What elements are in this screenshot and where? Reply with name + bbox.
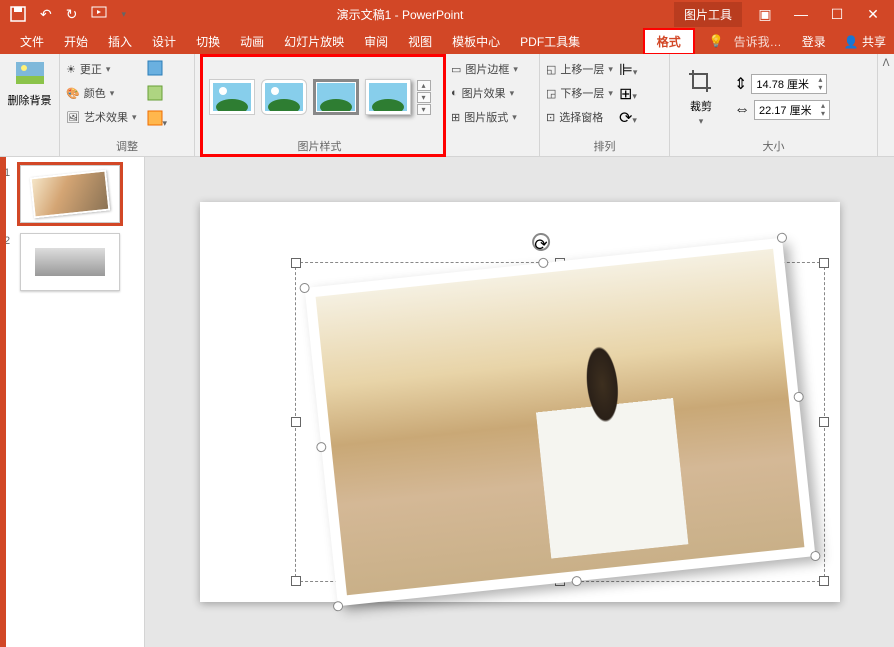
selection-icon: ⊡	[546, 111, 555, 124]
tab-pdf[interactable]: PDF工具集	[510, 29, 590, 54]
reset-picture-icon[interactable]: ▾	[147, 110, 168, 131]
gallery-down-icon[interactable]: ▾	[417, 92, 431, 103]
ribbon: 删除背景 ☀更正▾ 🎨颜色▾ 🖼艺术效果▾ ▾ 调整	[0, 54, 894, 157]
tell-me-icon: 💡	[709, 34, 724, 48]
tab-templates[interactable]: 模板中心	[442, 29, 510, 54]
picture-layout-button[interactable]: ⊞图片版式▾	[451, 106, 517, 128]
accent-strip	[0, 157, 6, 647]
slide-canvas[interactable]: ⟳	[145, 157, 894, 647]
brightness-icon: ☀	[66, 63, 76, 76]
undo-icon[interactable]: ↶	[40, 6, 52, 23]
size-group-label: 大小	[676, 136, 871, 154]
border-icon: ▭	[451, 63, 461, 76]
tab-view[interactable]: 视图	[398, 29, 442, 54]
send-backward-icon: ◲	[546, 87, 556, 100]
minimize-icon[interactable]: —	[788, 6, 814, 22]
thumb-slide-2[interactable]: 2	[4, 233, 140, 291]
collapse-ribbon-icon[interactable]: ᐱ	[883, 58, 890, 69]
tab-design[interactable]: 设计	[142, 29, 186, 54]
adjust-group-label: 调整	[66, 136, 188, 154]
tell-me-input[interactable]: 告诉我…	[724, 29, 792, 54]
inserted-picture[interactable]: ⟳	[304, 238, 815, 606]
align-icon[interactable]: ⊫▾	[619, 60, 637, 80]
save-icon[interactable]	[10, 6, 26, 22]
picture-tools-label: 图片工具	[674, 2, 742, 27]
start-slideshow-icon[interactable]	[91, 5, 107, 24]
change-picture-icon[interactable]	[147, 85, 168, 106]
menu-bar: 文件 开始 插入 设计 切换 动画 幻灯片放映 审阅 视图 模板中心 PDF工具…	[0, 28, 894, 54]
rotate-handle-icon[interactable]: ⟳	[531, 232, 551, 252]
style-thumb-4[interactable]	[365, 79, 411, 115]
thumb-slide-1[interactable]: 1	[4, 165, 140, 223]
picture-styles-gallery[interactable]: ▴ ▾ ▾	[209, 79, 431, 115]
tab-review[interactable]: 审阅	[354, 29, 398, 54]
remove-background-button[interactable]: 删除背景	[6, 58, 53, 108]
compress-icon[interactable]	[147, 60, 168, 81]
group-icon[interactable]: ⊞▾	[619, 84, 637, 104]
artistic-effects-button[interactable]: 🖼艺术效果▾	[66, 106, 137, 128]
workspace: 1 2 ⟳	[0, 157, 894, 647]
tab-file[interactable]: 文件	[10, 29, 54, 54]
style-thumb-2[interactable]	[261, 79, 307, 115]
bring-forward-button[interactable]: ◱上移一层▾	[546, 58, 613, 80]
tab-transitions[interactable]: 切换	[186, 29, 230, 54]
styles-group-label: 图片样式	[201, 136, 438, 154]
bring-forward-icon: ◱	[546, 63, 556, 76]
color-button[interactable]: 🎨颜色▾	[66, 82, 137, 104]
ribbon-options-icon[interactable]: ▣	[752, 6, 778, 23]
share-button[interactable]: 👤 共享	[836, 29, 894, 54]
style-thumb-1[interactable]	[209, 79, 255, 115]
height-icon: ⇕	[734, 74, 747, 94]
height-input[interactable]: 14.78 厘米▴▾	[751, 74, 827, 94]
title-bar: ↶ ↻ ▾ 演示文稿1 - PowerPoint 图片工具 ▣ — ☐ ✕	[0, 0, 894, 28]
width-icon: ⇔	[734, 101, 750, 119]
picture-effects-button[interactable]: ◐图片效果▾	[451, 82, 514, 104]
rotate-icon[interactable]: ⟳▾	[619, 108, 637, 128]
gallery-up-icon[interactable]: ▴	[417, 80, 431, 91]
layout-icon: ⊞	[451, 111, 460, 124]
slide-thumbnail-panel[interactable]: 1 2	[0, 157, 145, 647]
tab-home[interactable]: 开始	[54, 29, 98, 54]
effects-icon: ◐	[451, 87, 458, 99]
width-input[interactable]: 22.17 厘米▴▾	[754, 100, 830, 120]
tab-animations[interactable]: 动画	[230, 29, 274, 54]
palette-icon: 🎨	[66, 87, 80, 100]
photo-content	[315, 249, 804, 595]
close-icon[interactable]: ✕	[860, 6, 886, 23]
slide: ⟳	[200, 202, 840, 602]
maximize-icon[interactable]: ☐	[824, 6, 850, 23]
window-title: 演示文稿1 - PowerPoint	[126, 6, 674, 23]
style-thumb-3[interactable]	[313, 79, 359, 115]
redo-icon[interactable]: ↻	[66, 6, 78, 23]
tab-insert[interactable]: 插入	[98, 29, 142, 54]
send-backward-button[interactable]: ◲下移一层▾	[546, 82, 613, 104]
tab-format[interactable]: 格式	[643, 28, 695, 55]
crop-button[interactable]: 裁剪 ▾	[676, 68, 726, 127]
tab-slideshow[interactable]: 幻灯片放映	[274, 29, 354, 54]
selection-pane-button[interactable]: ⊡选择窗格	[546, 106, 613, 128]
artistic-icon: 🖼	[66, 111, 80, 124]
picture-border-button[interactable]: ▭图片边框▾	[451, 58, 518, 80]
gallery-more-icon[interactable]: ▾	[417, 104, 431, 115]
arrange-group-label: 排列	[546, 136, 663, 154]
login-button[interactable]: 登录	[792, 29, 836, 54]
corrections-button[interactable]: ☀更正▾	[66, 58, 137, 80]
